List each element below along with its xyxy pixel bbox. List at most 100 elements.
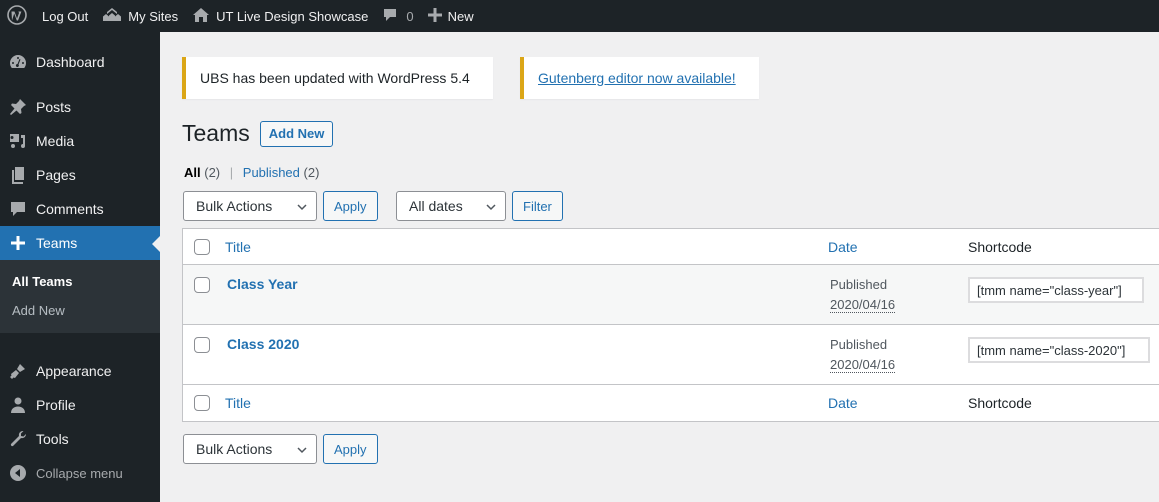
- page-title: Teams: [182, 120, 250, 146]
- status-filter-links: All (2) | Published (2): [184, 165, 319, 180]
- sidebar-item-dashboard[interactable]: Dashboard: [0, 45, 160, 79]
- row-checkbox[interactable]: [194, 277, 210, 293]
- sidebar-item-profile[interactable]: Profile: [0, 388, 160, 422]
- plus-icon: [8, 233, 28, 253]
- my-sites-icon: [102, 7, 122, 26]
- bulk-actions-select-top[interactable]: Bulk Actions: [183, 191, 317, 221]
- user-icon: [8, 395, 28, 415]
- comment-icon: [382, 7, 398, 26]
- sidebar-item-label: Collapse menu: [36, 465, 123, 481]
- add-new-button[interactable]: Add New: [259, 120, 334, 147]
- column-date-sort[interactable]: Date: [828, 239, 858, 255]
- filter-button[interactable]: Filter: [512, 191, 563, 221]
- select-all-checkbox-bottom[interactable]: [194, 395, 210, 411]
- sidebar-item-label: Pages: [36, 167, 76, 183]
- sidebar-item-label: Tools: [36, 431, 69, 447]
- new-content-link[interactable]: New: [421, 0, 481, 32]
- column-date-sort-bottom[interactable]: Date: [828, 395, 858, 411]
- gutenberg-notice: Gutenberg editor now available!: [520, 57, 759, 99]
- row-date: Published 2020/04/16: [830, 275, 896, 315]
- bulk-actions-value: Bulk Actions: [196, 198, 273, 214]
- sidebar-item-label: Profile: [36, 397, 76, 413]
- sidebar-item-appearance[interactable]: Appearance: [0, 354, 160, 388]
- filter-published-link[interactable]: Published: [243, 165, 300, 180]
- update-notice-text: UBS has been updated with WordPress 5.4: [200, 70, 470, 86]
- update-notice: UBS has been updated with WordPress 5.4: [182, 57, 493, 99]
- wrench-icon: [8, 429, 28, 449]
- row-date-value: 2020/04/16: [830, 357, 896, 373]
- site-name-link[interactable]: UT Live Design Showcase: [185, 0, 375, 32]
- home-icon: [192, 7, 210, 26]
- sidebar-item-tools[interactable]: Tools: [0, 422, 160, 456]
- sidebar-item-pages[interactable]: Pages: [0, 158, 160, 192]
- log-out-link[interactable]: Log Out: [35, 0, 95, 32]
- dates-value: All dates: [409, 198, 463, 214]
- my-sites-label: My Sites: [128, 8, 179, 24]
- site-name-label: UT Live Design Showcase: [216, 8, 369, 24]
- sidebar-item-label: Comments: [36, 201, 104, 217]
- sidebar-item-label: Media: [36, 133, 75, 149]
- main-content: UBS has been updated with WordPress 5.4 …: [160, 32, 1159, 502]
- submenu-item-all-teams[interactable]: All Teams: [0, 267, 160, 296]
- comments-count: 0: [406, 8, 414, 24]
- filter-all-count: (2): [204, 165, 221, 180]
- media-icon: [8, 131, 28, 151]
- teams-submenu: All Teams Add New: [0, 260, 160, 333]
- shortcode-input[interactable]: [tmm name="class-2020"]: [968, 337, 1150, 363]
- sidebar-item-posts[interactable]: Posts: [0, 90, 160, 124]
- admin-sidebar: Dashboard Posts Media Pages Comments Tea…: [0, 32, 160, 502]
- page-heading: Teams Add New: [182, 120, 334, 147]
- column-title-sort-bottom[interactable]: Title: [225, 395, 251, 411]
- column-shortcode-footer: Shortcode: [968, 395, 1032, 411]
- table-row: Class 2020 Published 2020/04/16 [tmm nam…: [183, 325, 1159, 385]
- apply-button-top[interactable]: Apply: [323, 191, 378, 221]
- gutenberg-link[interactable]: Gutenberg editor now available!: [538, 70, 736, 86]
- sidebar-item-teams[interactable]: Teams: [0, 226, 160, 260]
- filter-all-link[interactable]: All: [184, 165, 201, 180]
- sidebar-item-media[interactable]: Media: [0, 124, 160, 158]
- comments-link[interactable]: 0: [375, 0, 420, 32]
- dates-select[interactable]: All dates: [396, 191, 506, 221]
- shortcode-input[interactable]: [tmm name="class-year"]: [968, 277, 1144, 303]
- apply-button-bottom[interactable]: Apply: [323, 434, 378, 464]
- teams-table: Title Date Shortcode Class Year Publishe…: [182, 228, 1159, 422]
- chevron-down-icon: [296, 443, 308, 459]
- sidebar-item-label: Teams: [36, 235, 78, 251]
- select-all-checkbox[interactable]: [194, 239, 210, 255]
- sidebar-item-comments[interactable]: Comments: [0, 192, 160, 226]
- row-date: Published 2020/04/16: [830, 335, 896, 375]
- wordpress-logo-button[interactable]: [0, 0, 35, 32]
- table-row: Class Year Published 2020/04/16 [tmm nam…: [183, 265, 1159, 325]
- chevron-down-icon: [485, 200, 497, 216]
- table-footer-row: Title Date Shortcode: [183, 385, 1159, 421]
- chevron-down-icon: [296, 200, 308, 216]
- collapse-menu-button[interactable]: Collapse menu: [0, 456, 160, 490]
- table-header-row: Title Date Shortcode: [183, 229, 1159, 265]
- sidebar-item-label: Appearance: [36, 363, 112, 379]
- submenu-item-add-new[interactable]: Add New: [0, 296, 160, 325]
- collapse-icon: [8, 463, 28, 483]
- pages-icon: [8, 165, 28, 185]
- plus-icon: [427, 7, 442, 25]
- brush-icon: [8, 361, 28, 381]
- row-status: Published: [830, 337, 888, 352]
- dashboard-icon: [8, 52, 28, 72]
- admin-bar: Log Out My Sites UT Live Design Showcase…: [0, 0, 1159, 32]
- bulk-actions-select-bottom[interactable]: Bulk Actions: [183, 434, 317, 464]
- row-status: Published: [830, 277, 888, 292]
- sidebar-item-label: Posts: [36, 99, 72, 115]
- column-title-sort[interactable]: Title: [225, 239, 251, 255]
- log-out-label: Log Out: [42, 8, 89, 24]
- row-title-link[interactable]: Class 2020: [227, 336, 299, 352]
- my-sites-link[interactable]: My Sites: [95, 0, 185, 32]
- sidebar-item-label: Dashboard: [36, 54, 105, 70]
- row-title-link[interactable]: Class Year: [227, 276, 298, 292]
- new-label: New: [447, 8, 474, 24]
- bulk-actions-value: Bulk Actions: [196, 441, 273, 457]
- pin-icon: [8, 97, 28, 117]
- comment-icon: [8, 199, 28, 219]
- row-date-value: 2020/04/16: [830, 297, 896, 313]
- row-checkbox[interactable]: [194, 337, 210, 353]
- column-shortcode-header: Shortcode: [968, 239, 1032, 255]
- wordpress-logo-icon: [7, 4, 27, 28]
